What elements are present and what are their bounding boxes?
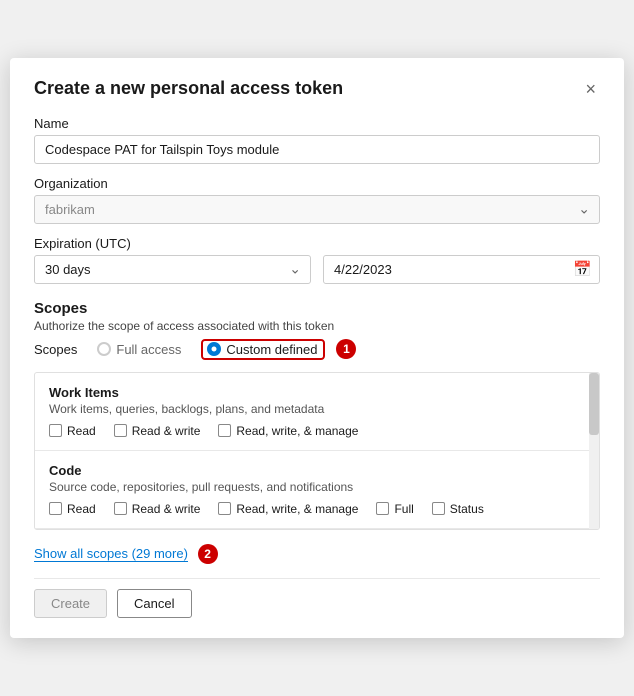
callout-badge-2: 2 [198,544,218,564]
scopes-box: Work Items Work items, queries, backlogs… [34,372,600,530]
date-input[interactable] [323,255,600,284]
org-field-group: Organization fabrikam [34,176,600,224]
expiration-select-wrapper: 30 days [34,255,311,284]
code-status-checkbox [432,502,445,515]
code-status[interactable]: Status [432,502,484,516]
code-read[interactable]: Read [49,502,96,516]
scopes-desc: Authorize the scope of access associated… [34,319,600,333]
full-access-option[interactable]: Full access [97,342,181,357]
code-full[interactable]: Full [376,502,413,516]
scopes-section: Scopes Authorize the scope of access ass… [34,300,600,360]
org-select[interactable]: fabrikam [34,195,600,224]
custom-defined-label: Custom defined [226,342,317,357]
dialog-header: Create a new personal access token × [34,78,600,100]
code-full-label: Full [394,502,413,516]
custom-defined-option[interactable]: Custom defined 1 [201,339,356,360]
work-items-read[interactable]: Read [49,424,96,438]
dialog-title: Create a new personal access token [34,78,343,99]
work-items-title: Work Items [49,385,585,400]
full-access-radio [97,342,111,356]
expiration-row: 30 days 📅 [34,255,600,284]
scopes-title: Scopes [34,300,600,317]
show-scopes-count: (29 more) [132,546,188,561]
work-items-section: Work Items Work items, queries, backlogs… [35,373,599,451]
code-section: Code Source code, repositories, pull req… [35,451,599,529]
cancel-button[interactable]: Cancel [117,589,191,618]
org-select-wrapper: fabrikam [34,195,600,224]
create-pat-dialog: Create a new personal access token × Nam… [10,58,624,639]
work-items-read-write[interactable]: Read & write [114,424,201,438]
create-button[interactable]: Create [34,589,107,618]
code-options: Read Read & write Read, write, & manage … [49,502,585,516]
code-full-checkbox [376,502,389,515]
code-read-write-checkbox [114,502,127,515]
scrollbar-track[interactable] [589,373,599,529]
code-manage-checkbox [218,502,231,515]
work-items-options: Read Read & write Read, write, & manage [49,424,585,438]
code-manage[interactable]: Read, write, & manage [218,502,358,516]
name-input[interactable] [34,135,600,164]
show-scopes-row: Show all scopes (29 more) 2 [34,538,600,565]
date-input-wrapper: 📅 [323,255,600,284]
full-access-label: Full access [116,342,181,357]
callout-badge-1: 1 [336,339,356,359]
footer-buttons: Create Cancel [34,578,600,618]
expiration-select[interactable]: 30 days [34,255,311,284]
work-items-desc: Work items, queries, backlogs, plans, an… [49,402,585,416]
expiration-label: Expiration (UTC) [34,236,600,251]
work-items-read-write-manage[interactable]: Read, write, & manage [218,424,358,438]
code-read-checkbox [49,502,62,515]
work-items-read-write-label: Read & write [132,424,201,438]
org-label: Organization [34,176,600,191]
code-read-label: Read [67,502,96,516]
work-items-read-label: Read [67,424,96,438]
show-scopes-label: Show all scopes [34,546,128,561]
scopes-label: Scopes [34,342,77,357]
code-desc: Source code, repositories, pull requests… [49,480,585,494]
scrollbar-thumb [589,373,599,435]
code-status-label: Status [450,502,484,516]
code-read-write-label: Read & write [132,502,201,516]
name-label: Name [34,116,600,131]
scopes-radio-row: Scopes Full access Custom defined 1 [34,339,600,360]
work-items-read-checkbox [49,424,62,437]
custom-defined-highlight: Custom defined [201,339,325,360]
work-items-manage-label: Read, write, & manage [236,424,358,438]
close-button[interactable]: × [581,78,600,100]
expiration-field-group: Expiration (UTC) 30 days 📅 [34,236,600,284]
name-field-group: Name [34,116,600,164]
work-items-read-write-checkbox [114,424,127,437]
custom-defined-radio [207,342,221,356]
code-title: Code [49,463,585,478]
work-items-manage-checkbox [218,424,231,437]
code-manage-label: Read, write, & manage [236,502,358,516]
code-read-write[interactable]: Read & write [114,502,201,516]
show-all-scopes-link[interactable]: Show all scopes (29 more) [34,546,188,562]
